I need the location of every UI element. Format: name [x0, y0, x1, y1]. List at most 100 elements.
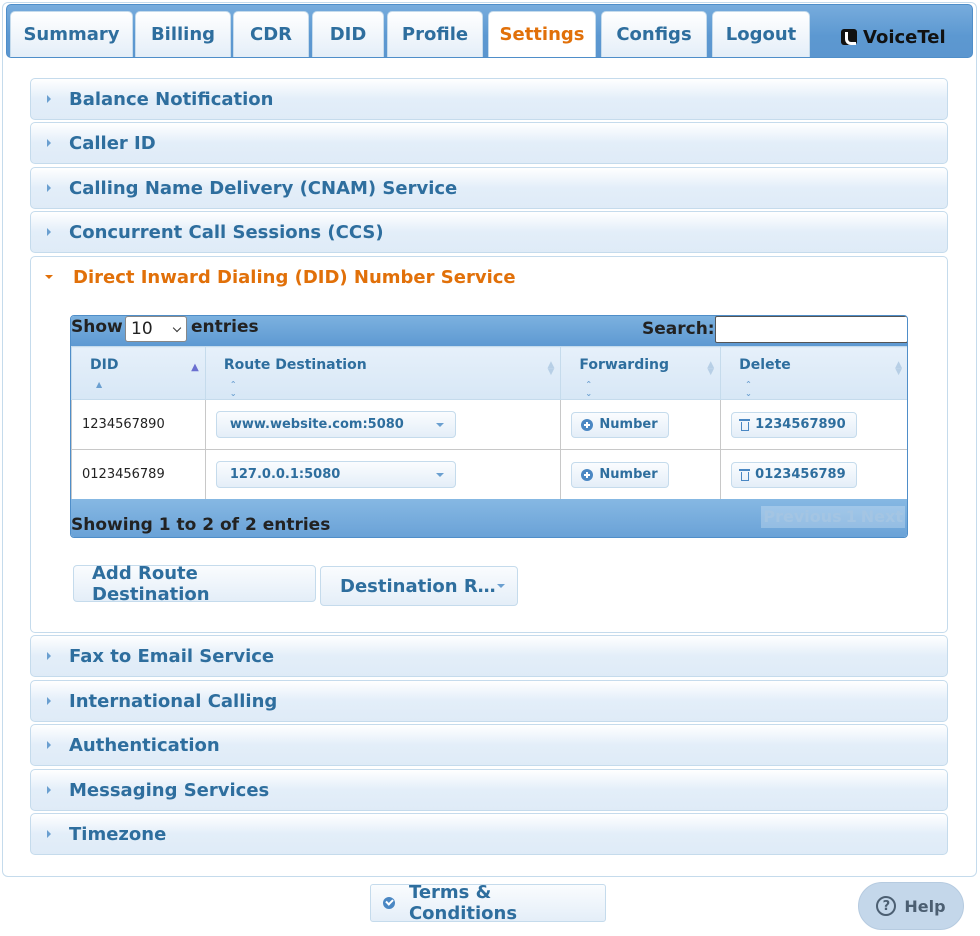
destination-r-dropdown-button[interactable]: Destination R… [320, 566, 518, 606]
brand: VoiceTel [841, 24, 946, 50]
accordion-messaging-services[interactable]: Messaging Services [30, 769, 948, 811]
column-label: Delete [739, 357, 791, 373]
accordion-did-service[interactable]: Direct Inward Dialing (DID) Number Servi… [30, 256, 948, 298]
forwarding-label: Number [599, 417, 658, 432]
delete-label: 1234567890 [755, 417, 846, 432]
tab-configs[interactable]: Configs [601, 11, 707, 57]
did-service-panel: Show 10 entries Search: DID ▲ ▲ Route De… [30, 297, 948, 633]
tab-did[interactable]: DID [312, 11, 384, 57]
table-info: Showing 1 to 2 of 2 entries [71, 515, 331, 535]
phone-icon [841, 29, 857, 45]
sort-both-icon: ⌃ ⌄ [585, 380, 593, 398]
forwarding-cell: Number [560, 399, 722, 450]
sort-asc-icon: ▲ [96, 380, 103, 389]
delete-did-button[interactable]: 1234567890 [731, 411, 857, 438]
tab-cdr[interactable]: CDR [233, 11, 309, 57]
top-nav-bar: Summary Billing CDR DID Profile Settings… [6, 4, 973, 58]
accordion-title: Fax to Email Service [69, 645, 275, 667]
add-route-destination-label: Add Route Destination [92, 562, 210, 605]
route-destination-select[interactable]: 127.0.0.1:5080 [215, 461, 456, 488]
chevron-down-icon [172, 323, 182, 333]
accordion-title: Caller ID [69, 132, 156, 154]
route-destination-value: 127.0.0.1:5080 [229, 467, 341, 482]
pagination: Previous 1 Next [761, 506, 905, 528]
route-cell: 127.0.0.1:5080 [204, 449, 562, 500]
accordion-ccs[interactable]: Concurrent Call Sessions (CCS) [30, 211, 948, 253]
delete-label: 0123456789 [755, 467, 846, 482]
did-cell: 0123456789 [71, 449, 206, 500]
search-label: Search: [642, 319, 715, 339]
accordion-title: International Calling [69, 690, 278, 712]
triangle-right-icon [47, 697, 51, 705]
route-cell: www.website.com:5080 [204, 399, 562, 450]
search-input[interactable] [715, 316, 907, 343]
destination-r-label: Destination R… [340, 575, 496, 597]
trash-icon [739, 418, 751, 431]
table-row: 0123456789 127.0.0.1:5080 Number 0123456… [71, 449, 907, 500]
page-length-value: 10 [131, 319, 153, 339]
column-header-route-destination[interactable]: Route Destination ⌃ ⌄ ▲ ▼ [204, 346, 562, 400]
tab-settings[interactable]: Settings [488, 11, 596, 57]
accordion-title: Authentication [69, 734, 220, 756]
accordion-caller-id[interactable]: Caller ID [30, 122, 948, 164]
terms-and-conditions-button[interactable]: Terms & Conditions [370, 882, 606, 924]
accordion-cnam[interactable]: Calling Name Delivery (CNAM) Service [30, 167, 948, 209]
next-page-button[interactable]: Next [858, 506, 905, 528]
column-header-forwarding[interactable]: Forwarding ⌃ ⌄ ▲ ▼ [560, 346, 722, 400]
triangle-down-icon [45, 275, 53, 279]
question-circle-icon: ? [876, 896, 897, 916]
accordion-title: Balance Notification [69, 88, 274, 110]
column-label: Forwarding [579, 357, 670, 373]
tab-logout[interactable]: Logout [712, 11, 810, 57]
show-label: Show [71, 317, 123, 337]
accordion-title: Timezone [69, 823, 167, 845]
previous-page-button[interactable]: Previous [761, 506, 844, 528]
plus-circle-icon [581, 468, 594, 481]
table-row: 1234567890 www.website.com:5080 Number 1… [71, 399, 907, 450]
forwarding-number-button[interactable]: Number [571, 461, 669, 488]
accordion-international-calling[interactable]: International Calling [30, 680, 948, 722]
triangle-right-icon [47, 786, 51, 794]
sort-both-icon: ⌃ ⌄ [229, 380, 237, 398]
accordion-title: Concurrent Call Sessions (CCS) [69, 221, 384, 243]
column-header-delete[interactable]: Delete ⌃ ⌄ ▲ ▼ [720, 346, 907, 400]
terms-label: Terms & Conditions [408, 882, 518, 924]
help-label: Help [904, 896, 946, 916]
help-button[interactable]: ? Help [858, 882, 964, 930]
delete-cell: 1234567890 [720, 399, 907, 450]
trash-icon [739, 468, 751, 481]
caret-down-icon [435, 423, 444, 427]
page-1-button[interactable]: 1 [843, 506, 859, 528]
entries-label: entries [191, 317, 259, 337]
plus-circle-icon [581, 418, 594, 431]
caret-down-icon [497, 584, 505, 588]
tab-billing[interactable]: Billing [135, 11, 231, 57]
triangle-right-icon [47, 228, 51, 236]
triangle-right-icon [47, 139, 51, 147]
tab-summary[interactable]: Summary [10, 11, 133, 57]
sort-asc-icon: ▲ [191, 362, 199, 373]
column-label: DID [90, 357, 119, 373]
accordion-authentication[interactable]: Authentication [30, 724, 948, 766]
column-header-did[interactable]: DID ▲ ▲ [71, 346, 206, 400]
triangle-right-icon [47, 741, 51, 749]
tab-profile[interactable]: Profile [387, 11, 483, 57]
accordion-title: Calling Name Delivery (CNAM) Service [69, 177, 458, 199]
caret-down-icon [435, 473, 444, 477]
page-length-select[interactable]: 10 [125, 316, 187, 342]
triangle-right-icon [47, 184, 51, 192]
sort-both-icon: ⌃ ⌄ [745, 380, 752, 398]
did-cell: 1234567890 [71, 399, 206, 450]
triangle-right-icon [47, 830, 51, 838]
accordion-fax-to-email[interactable]: Fax to Email Service [30, 635, 948, 677]
accordion-balance-notification[interactable]: Balance Notification [30, 78, 948, 120]
add-route-destination-button[interactable]: Add Route Destination [73, 562, 316, 605]
column-label: Route Destination [223, 357, 367, 373]
did-table: DID ▲ ▲ Route Destination ⌃ ⌄ ▲ ▼ Forwardi… [71, 346, 907, 500]
route-destination-select[interactable]: www.website.com:5080 [215, 411, 456, 438]
delete-did-button[interactable]: 0123456789 [731, 461, 857, 488]
forwarding-number-button[interactable]: Number [571, 411, 669, 438]
forwarding-label: Number [599, 467, 658, 482]
accordion-timezone[interactable]: Timezone [30, 813, 948, 855]
accordion-title: Messaging Services [69, 779, 270, 801]
